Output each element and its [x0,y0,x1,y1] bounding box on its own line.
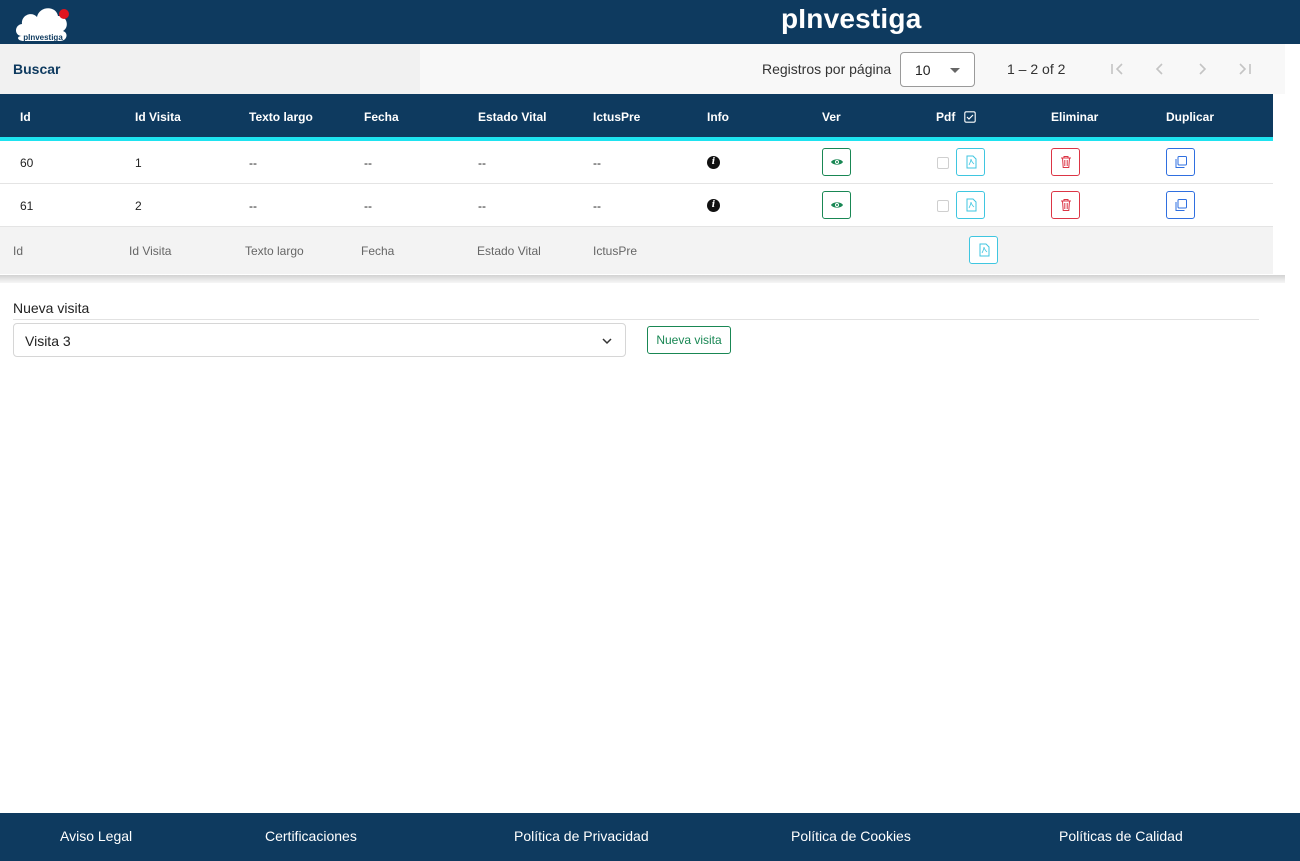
duplicate-button[interactable] [1166,191,1195,219]
delete-button[interactable] [1051,148,1080,176]
cell-estado-vital: -- [478,199,486,213]
footer-link-cookies[interactable]: Política de Cookies [791,828,911,844]
column-header-fecha[interactable]: Fecha [364,110,399,124]
page-footer: Aviso Legal Certificaciones Política de … [0,813,1300,861]
cell-id: 60 [20,156,34,170]
view-button[interactable] [822,148,851,176]
previous-page-button[interactable] [1148,57,1172,81]
cell-id-visita: 2 [135,199,142,213]
visita-select[interactable]: Visita 3 [13,323,626,357]
footer-column-texto-largo: Texto largo [245,244,304,258]
app-title: pInvestiga [781,3,922,34]
cell-fecha: -- [364,156,372,170]
column-header-id[interactable]: Id [20,110,31,124]
caret-down-icon [950,68,960,73]
footer-link-privacidad[interactable]: Política de Privacidad [514,828,649,844]
trash-icon [1061,156,1071,168]
column-header-pdf: Pdf [936,110,976,124]
delete-button[interactable] [1051,191,1080,219]
column-header-ictuspre[interactable]: IctusPre [593,110,640,124]
table-footer: Id Id Visita Texto largo Fecha Estado Vi… [0,227,1273,274]
pdf-file-icon [966,155,977,169]
footer-column-fecha: Fecha [361,244,395,258]
footer-column-id: Id [13,244,24,258]
cell-ictuspre: -- [593,199,601,213]
pinvestiga-logo[interactable]: pInvestiga [12,0,74,44]
column-header-estado-vital[interactable]: Estado Vital [478,110,546,124]
pdf-select-checkbox[interactable] [937,200,949,212]
cell-id-visita: 1 [135,156,142,170]
table-header: Id Id Visita Texto largo Fecha Estado Vi… [0,94,1273,141]
chevron-down-icon [602,338,612,345]
last-page-icon [1239,63,1251,75]
copy-icon [1175,156,1187,168]
next-page-icon [1199,63,1207,75]
nueva-visita-label: Nueva visita [13,300,90,316]
copy-icon [1175,199,1187,211]
cell-id: 61 [20,199,34,213]
visits-table: Id Id Visita Texto largo Fecha Estado Vi… [0,94,1273,274]
logo-text: pInvestiga [23,33,63,42]
table-bottom-shadow [0,275,1285,283]
pdf-button[interactable] [956,191,985,219]
info-icon[interactable]: i [707,156,720,169]
search-area[interactable]: Buscar [0,44,420,94]
app-header: pInvestiga pInvestiga [0,0,1300,44]
column-header-info: Info [707,110,729,124]
table-row[interactable]: 60 1 -- -- -- -- i [0,141,1273,184]
divider [13,319,1259,320]
pdf-button[interactable] [956,148,985,176]
eye-icon [831,202,843,208]
cell-ictuspre: -- [593,156,601,170]
info-icon[interactable]: i [707,199,720,212]
checkbox-checked-icon[interactable] [963,111,976,123]
rows-per-page-label: Registros por página [762,61,892,77]
first-page-button[interactable] [1105,57,1129,81]
visita-select-value: Visita 3 [25,333,71,349]
footer-link-certificaciones[interactable]: Certificaciones [265,828,357,844]
column-header-ver: Ver [822,110,841,124]
nueva-visita-button[interactable]: Nueva visita [647,326,731,354]
table-toolbar: Buscar Registros por página 10 1 – 2 of … [0,44,1285,94]
eye-icon [831,159,843,165]
column-header-duplicar: Duplicar [1166,110,1215,124]
pdf-select-checkbox[interactable] [937,157,949,169]
pdf-file-icon [966,198,977,212]
pdf-selected-button[interactable] [969,236,998,264]
footer-column-estado-vital: Estado Vital [477,244,541,258]
trash-icon [1061,199,1071,211]
column-header-eliminar: Eliminar [1051,110,1099,124]
previous-page-icon [1155,63,1163,75]
table-row[interactable]: 61 2 -- -- -- -- i [0,184,1273,227]
column-header-id-visita[interactable]: Id Visita [135,110,181,124]
cell-fecha: -- [364,199,372,213]
search-label[interactable]: Buscar [13,61,60,77]
footer-link-calidad[interactable]: Políticas de Calidad [1059,828,1183,844]
rows-per-page-select[interactable]: 10 [900,52,975,87]
rows-per-page-value: 10 [915,62,931,78]
first-page-icon [1111,63,1123,75]
footer-column-id-visita: Id Visita [129,244,172,258]
cell-texto-largo: -- [249,156,257,170]
cell-texto-largo: -- [249,199,257,213]
pdf-file-icon [979,243,990,257]
view-button[interactable] [822,191,851,219]
last-page-button[interactable] [1233,57,1257,81]
column-header-texto-largo[interactable]: Texto largo [249,110,313,124]
next-page-button[interactable] [1190,57,1214,81]
column-header-pdf-label: Pdf [936,110,956,124]
cell-estado-vital: -- [478,156,486,170]
pagination-range-label: 1 – 2 of 2 [1007,61,1066,77]
duplicate-button[interactable] [1166,148,1195,176]
footer-column-ictuspre: IctusPre [593,244,638,258]
footer-link-aviso-legal[interactable]: Aviso Legal [60,828,132,844]
